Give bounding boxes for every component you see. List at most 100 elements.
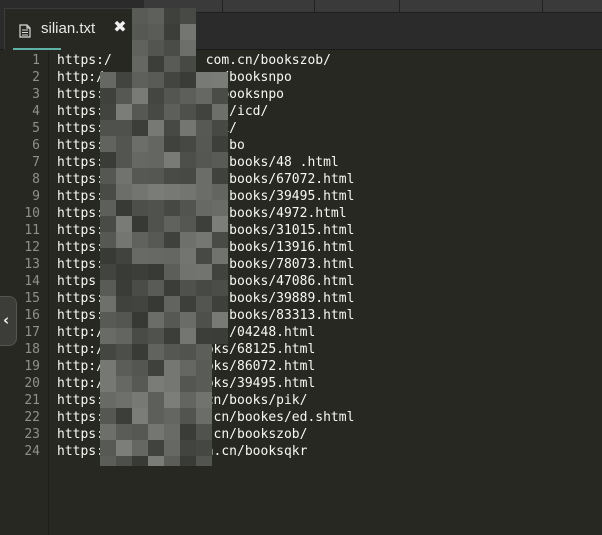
redaction-cell xyxy=(212,120,228,136)
line-number: 1 xyxy=(32,53,40,68)
line-number: 9 xyxy=(32,189,40,204)
redaction-cell xyxy=(164,248,180,264)
redaction-cell xyxy=(148,424,164,440)
pixelated-redaction xyxy=(100,8,228,466)
redaction-cell xyxy=(100,184,116,200)
redaction-cell xyxy=(196,136,212,152)
redaction-cell xyxy=(100,264,116,280)
redaction-cell xyxy=(180,440,196,456)
tab-divider xyxy=(314,0,315,12)
redaction-cell xyxy=(148,104,164,120)
redaction-cell xyxy=(100,88,116,104)
redaction-cell xyxy=(148,376,164,392)
redaction-cell xyxy=(164,56,180,72)
redaction-cell xyxy=(132,280,148,296)
redaction-cell xyxy=(148,8,164,24)
redaction-cell xyxy=(180,216,196,232)
redaction-cell xyxy=(180,152,196,168)
redaction-cell xyxy=(148,280,164,296)
redaction-cell xyxy=(116,280,132,296)
redaction-cell xyxy=(148,312,164,328)
redaction-cell xyxy=(196,328,212,344)
redaction-cell xyxy=(116,424,132,440)
redaction-cell xyxy=(196,376,212,392)
redaction-cell xyxy=(132,40,148,56)
redaction-cell xyxy=(100,424,116,440)
line-number: 3 xyxy=(32,87,40,102)
redaction-cell xyxy=(100,232,116,248)
line-number: 10 xyxy=(24,206,40,221)
redaction-cell xyxy=(132,216,148,232)
redaction-cell xyxy=(132,344,148,360)
redaction-cell xyxy=(148,200,164,216)
redaction-cell xyxy=(180,136,196,152)
redaction-cell xyxy=(212,232,228,248)
line-number: 19 xyxy=(24,359,40,374)
redaction-cell xyxy=(100,328,116,344)
redaction-cell xyxy=(180,72,196,88)
redaction-cell xyxy=(180,360,196,376)
line-number: 14 xyxy=(24,274,40,289)
redaction-cell xyxy=(164,24,180,40)
redaction-cell xyxy=(100,72,116,88)
redaction-cell xyxy=(196,232,212,248)
redaction-cell xyxy=(180,264,196,280)
tab-title: silian.txt xyxy=(41,20,96,37)
redaction-cell xyxy=(212,152,228,168)
sidebar-toggle-button[interactable]: ‹ xyxy=(0,296,17,346)
line-number: 7 xyxy=(32,155,40,170)
redaction-cell xyxy=(100,104,116,120)
redaction-cell xyxy=(180,456,196,466)
line-number: 5 xyxy=(32,121,40,136)
redaction-cell xyxy=(180,184,196,200)
redaction-cell xyxy=(212,136,228,152)
redaction-cell xyxy=(196,120,212,136)
redaction-cell xyxy=(196,72,212,88)
redaction-cell xyxy=(148,184,164,200)
redaction-cell xyxy=(116,312,132,328)
redaction-cell xyxy=(148,136,164,152)
redaction-cell xyxy=(196,104,212,120)
redaction-cell xyxy=(196,152,212,168)
line-number: 24 xyxy=(24,444,40,459)
redaction-cell xyxy=(132,152,148,168)
redaction-cell xyxy=(164,392,180,408)
redaction-cell xyxy=(100,360,116,376)
redaction-cell xyxy=(164,72,180,88)
file-icon xyxy=(19,23,31,38)
line-number-gutter: 1 2 3 4 5 6 7 8 9 10 11 12 13 14 15 16 17 18 19 20 21 22 23 24 xyxy=(0,50,48,535)
redaction-cell xyxy=(132,424,148,440)
redaction-cell xyxy=(148,248,164,264)
redaction-cell xyxy=(148,88,164,104)
redaction-cell xyxy=(180,392,196,408)
redaction-cell xyxy=(148,216,164,232)
redaction-cell xyxy=(180,328,196,344)
redaction-cell xyxy=(148,264,164,280)
redaction-cell xyxy=(164,424,180,440)
redaction-cell xyxy=(148,120,164,136)
redaction-cell xyxy=(180,232,196,248)
redaction-cell xyxy=(116,168,132,184)
redaction-cell xyxy=(116,104,132,120)
redaction-cell xyxy=(116,392,132,408)
redaction-cell xyxy=(164,104,180,120)
redaction-cell xyxy=(100,200,116,216)
tab-divider xyxy=(542,0,543,12)
redaction-cell xyxy=(116,376,132,392)
redaction-cell xyxy=(180,88,196,104)
redaction-cell xyxy=(212,184,228,200)
redaction-cell xyxy=(180,376,196,392)
redaction-cell xyxy=(164,200,180,216)
redaction-cell xyxy=(100,152,116,168)
redaction-cell xyxy=(100,408,116,424)
line-number: 4 xyxy=(32,104,40,119)
redaction-cell xyxy=(164,360,180,376)
redaction-cell xyxy=(196,280,212,296)
redaction-cell xyxy=(164,376,180,392)
redaction-cell xyxy=(196,200,212,216)
redaction-cell xyxy=(180,424,196,440)
line-number: 13 xyxy=(24,257,40,272)
redaction-cell xyxy=(148,328,164,344)
redaction-cell xyxy=(196,456,212,466)
redaction-cell xyxy=(132,56,148,72)
